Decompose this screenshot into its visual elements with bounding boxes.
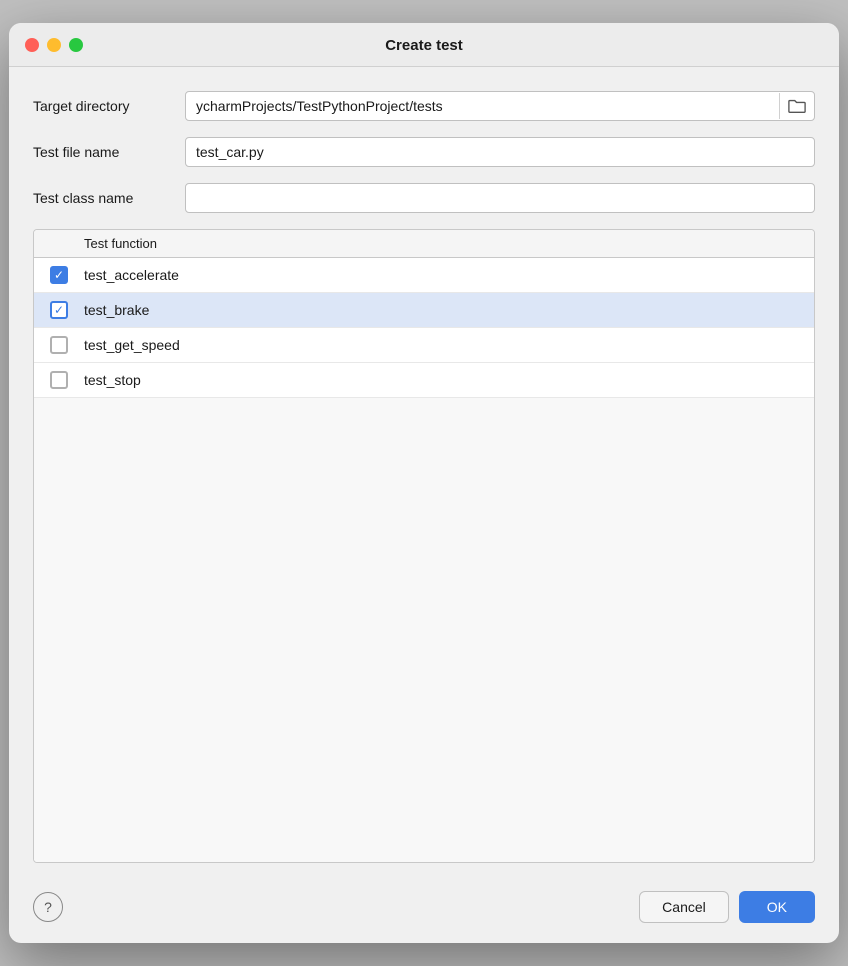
target-directory-label: Target directory [33,98,173,114]
row-checkbox-test-accelerate[interactable]: ✓ [50,266,68,284]
row-label-test-get-speed: test_get_speed [84,329,180,361]
checkbox-col: ✓ [34,258,84,292]
row-checkbox-test-get-speed[interactable] [50,336,68,354]
test-file-name-input-wrapper [185,137,815,167]
dialog-body: Target directory Test file name Test cla… [9,67,839,879]
titlebar: Create test [9,23,839,67]
help-icon: ? [44,899,52,915]
checkbox-col [34,363,84,397]
footer-actions: Cancel OK [639,891,815,923]
dialog-footer: ? Cancel OK [9,879,839,943]
table-row[interactable]: ✓ test_brake [34,293,814,328]
test-file-name-input[interactable] [186,138,814,166]
browse-folder-button[interactable] [779,93,814,119]
test-file-name-row: Test file name [33,137,815,167]
test-functions-table: Test function ✓ test_accelerate ✓ te [33,229,815,863]
table-header-label: Test function [84,236,157,251]
checkbox-col [34,328,84,362]
checkbox-col: ✓ [34,293,84,327]
test-class-name-input[interactable] [186,184,814,212]
target-directory-row: Target directory [33,91,815,121]
test-file-name-label: Test file name [33,144,173,160]
folder-icon [788,98,806,114]
row-label-test-accelerate: test_accelerate [84,259,179,291]
row-label-test-stop: test_stop [84,364,141,396]
maximize-button[interactable] [69,38,83,52]
row-label-test-brake: test_brake [84,294,149,326]
table-row[interactable]: test_get_speed [34,328,814,363]
create-test-dialog: Create test Target directory Test file n… [9,23,839,943]
target-directory-input[interactable] [186,92,779,120]
row-checkbox-test-stop[interactable] [50,371,68,389]
target-directory-input-wrapper [185,91,815,121]
table-empty-area [34,398,814,862]
table-row[interactable]: ✓ test_accelerate [34,258,814,293]
cancel-button[interactable]: Cancel [639,891,729,923]
test-class-name-label: Test class name [33,190,173,206]
checkmark-icon: ✓ [54,304,64,316]
close-button[interactable] [25,38,39,52]
test-class-name-row: Test class name [33,183,815,213]
test-class-name-input-wrapper [185,183,815,213]
row-checkbox-test-brake[interactable]: ✓ [50,301,68,319]
checkmark-icon: ✓ [54,269,64,281]
table-header: Test function [34,230,814,258]
minimize-button[interactable] [47,38,61,52]
dialog-title: Create test [385,37,463,54]
table-row[interactable]: test_stop [34,363,814,398]
window-controls [25,38,83,52]
ok-button[interactable]: OK [739,891,815,923]
help-button[interactable]: ? [33,892,63,922]
